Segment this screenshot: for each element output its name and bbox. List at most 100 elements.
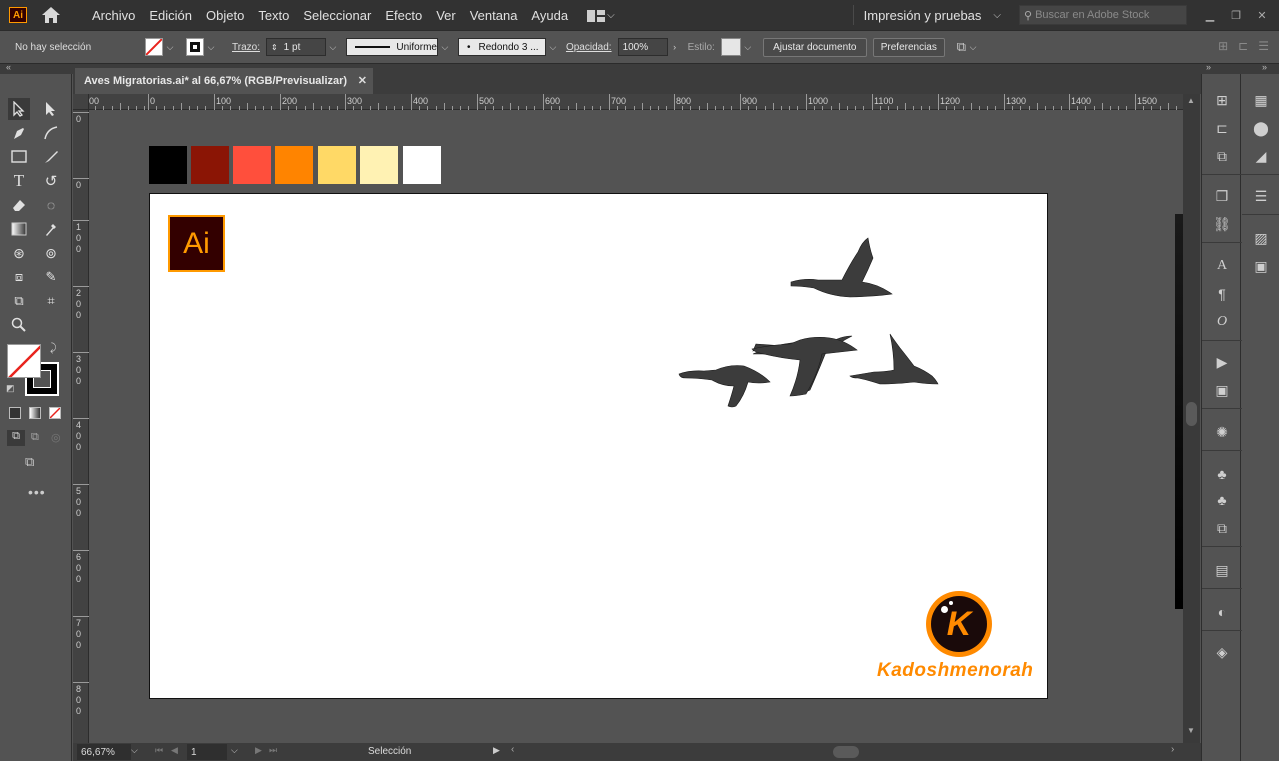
stepper-icon[interactable]: ⇕: [271, 43, 278, 52]
rectangle-tool-icon[interactable]: [8, 146, 30, 168]
home-icon[interactable]: [41, 6, 61, 24]
more-tools-icon[interactable]: •••: [28, 484, 46, 500]
draw-normal-icon[interactable]: ⧉: [7, 430, 25, 446]
chevron-right-icon[interactable]: ›: [668, 38, 682, 56]
gradient-panel-icon[interactable]: ▤: [1212, 560, 1232, 580]
export-panel-icon[interactable]: ⧉: [1212, 518, 1232, 538]
swatch-4[interactable]: [318, 146, 356, 184]
chevron-down-icon[interactable]: ⌵: [546, 38, 560, 56]
opacity-field[interactable]: 100%: [617, 38, 668, 56]
menu-ver[interactable]: Ver: [429, 8, 463, 23]
shape-builder-icon[interactable]: ⧉: [8, 290, 30, 312]
color-guide-icon[interactable]: ⬤: [1251, 118, 1271, 138]
stroke-label[interactable]: Trazo:: [232, 42, 260, 53]
menu-ventana[interactable]: Ventana: [463, 8, 525, 23]
swap-colors-icon[interactable]: ⤸: [50, 342, 57, 355]
artboards-panel-icon[interactable]: ❐: [1212, 186, 1232, 206]
menu-edicion[interactable]: Edición: [142, 8, 199, 23]
default-colors-icon[interactable]: ◩: [6, 383, 15, 394]
canvas[interactable]: Ai K Kadoshmenorah: [90, 111, 1183, 743]
zoom-field[interactable]: 66,67%: [77, 744, 131, 760]
gradient-tool-icon[interactable]: [8, 218, 30, 240]
close-icon[interactable]: ✕: [1251, 4, 1273, 26]
draw-inside-icon[interactable]: ◎: [51, 431, 61, 444]
eraser-tool-icon[interactable]: [8, 194, 30, 216]
chevron-down-icon[interactable]: ⌵: [607, 10, 615, 21]
puppet-warp-icon[interactable]: ✎: [40, 266, 62, 288]
arrange-documents-icon[interactable]: [587, 9, 606, 22]
rotate-tool-icon[interactable]: ↺: [40, 170, 62, 192]
first-artboard-icon[interactable]: ⏮: [155, 745, 163, 756]
document-info-icon[interactable]: ▣: [1212, 380, 1232, 400]
color-mode-icon[interactable]: [9, 407, 21, 419]
scroll-right-icon[interactable]: ›: [1171, 744, 1174, 755]
ruler-origin[interactable]: [73, 94, 89, 110]
stroke-profile-select[interactable]: Uniforme: [345, 38, 438, 56]
character-panel-icon[interactable]: A: [1212, 256, 1232, 276]
chevron-down-icon[interactable]: ⌵: [993, 10, 1001, 21]
stroke-swatch[interactable]: [186, 38, 204, 56]
panel-menu-icon[interactable]: ☰: [1258, 39, 1269, 53]
curvature-tool-icon[interactable]: [40, 122, 62, 144]
stock-search-input[interactable]: ⚲ Buscar en Adobe Stock: [1019, 5, 1187, 25]
paragraph-panel-icon[interactable]: ¶: [1212, 284, 1232, 304]
pathfinder-panel-icon[interactable]: ⧉: [1212, 146, 1232, 166]
gradient-mode-icon[interactable]: [29, 407, 41, 419]
vertical-ruler[interactable]: 0 0 1 0 0 2 0 0 3 0 0 4 0 0 5 0 0 6 0 0 7 0 0 8 0…: [73, 110, 89, 743]
symbols-panel-icon[interactable]: ♣: [1212, 464, 1232, 484]
swatch-1[interactable]: [191, 146, 229, 184]
align-panel-icon[interactable]: ⊞: [1212, 90, 1232, 110]
menu-efecto[interactable]: Efecto: [378, 8, 429, 23]
direct-selection-tool-icon[interactable]: [40, 98, 62, 120]
asset-export-icon[interactable]: ▣: [1251, 256, 1271, 276]
migratory-birds-illustration[interactable]: [150, 194, 1049, 700]
stroke-panel-icon[interactable]: ☰: [1251, 186, 1271, 206]
image-trace-icon[interactable]: ▨: [1251, 228, 1271, 248]
artboard-tool-icon[interactable]: ⌗: [40, 290, 62, 312]
menu-seleccionar[interactable]: Seleccionar: [296, 8, 378, 23]
workspace-switcher[interactable]: Impresión y pruebas: [864, 8, 982, 23]
eyedropper-tool-icon[interactable]: [40, 218, 62, 240]
type-tool-icon[interactable]: T: [8, 170, 30, 192]
actions-panel-icon[interactable]: ▶: [1212, 352, 1232, 372]
menu-objeto[interactable]: Objeto: [199, 8, 251, 23]
style-swatch[interactable]: [720, 38, 741, 56]
next-artboard-icon[interactable]: ▶: [255, 745, 262, 756]
swatch-2[interactable]: [233, 146, 271, 184]
minimize-icon[interactable]: ▁: [1199, 4, 1221, 26]
appearance-panel-icon[interactable]: ✺: [1212, 422, 1232, 442]
opacity-label[interactable]: Opacidad:: [566, 42, 612, 53]
chevron-down-icon[interactable]: ⌵: [131, 745, 138, 756]
chevron-down-icon[interactable]: ⌵: [438, 38, 452, 56]
swatch-5[interactable]: [360, 146, 398, 184]
transform-icon[interactable]: ⧉: [957, 39, 966, 55]
none-mode-icon[interactable]: [49, 407, 61, 419]
transparency-panel-icon[interactable]: ◐: [1212, 602, 1232, 622]
opentype-panel-icon[interactable]: O: [1212, 312, 1232, 332]
chevron-down-icon[interactable]: ⌵: [204, 38, 218, 56]
status-menu-icon[interactable]: ▶: [493, 745, 500, 756]
screen-mode-icon[interactable]: ⧉: [25, 454, 34, 470]
chevron-down-icon[interactable]: ⌵: [741, 38, 755, 56]
swatch-0[interactable]: [149, 146, 187, 184]
vertical-scroll-thumb[interactable]: [1186, 402, 1197, 426]
collapse-left-icon[interactable]: «: [6, 62, 11, 72]
transform-panel-icon[interactable]: ⊏: [1212, 118, 1232, 138]
align-left-icon[interactable]: ⊏: [1238, 39, 1248, 53]
warp-tool-icon[interactable]: ◌: [40, 194, 62, 216]
stroke-weight-field[interactable]: ⇕ 1 pt: [265, 38, 326, 56]
last-artboard-icon[interactable]: ⏭: [269, 745, 277, 756]
artboard[interactable]: Ai K Kadoshmenorah: [149, 193, 1048, 699]
selection-tool-icon[interactable]: [8, 98, 30, 120]
swatch-3[interactable]: [275, 146, 313, 184]
layers-panel-icon[interactable]: ◈: [1212, 642, 1232, 662]
brush-select[interactable]: • Redondo 3 ...: [457, 38, 546, 56]
symbol-sprayer-icon[interactable]: ⊛: [8, 242, 30, 264]
paintbrush-tool-icon[interactable]: [40, 146, 62, 168]
links-panel-icon[interactable]: ⛓: [1212, 214, 1232, 234]
horizontal-ruler[interactable]: 00 0 100 200 300 400 500 600 700 800 900 1000 1100 12…: [73, 94, 1194, 110]
free-transform-icon[interactable]: ⧈: [8, 266, 30, 288]
close-icon[interactable]: ✕: [358, 74, 367, 87]
draw-behind-icon[interactable]: ⧉: [31, 431, 39, 444]
restore-icon[interactable]: ❐: [1225, 4, 1247, 26]
